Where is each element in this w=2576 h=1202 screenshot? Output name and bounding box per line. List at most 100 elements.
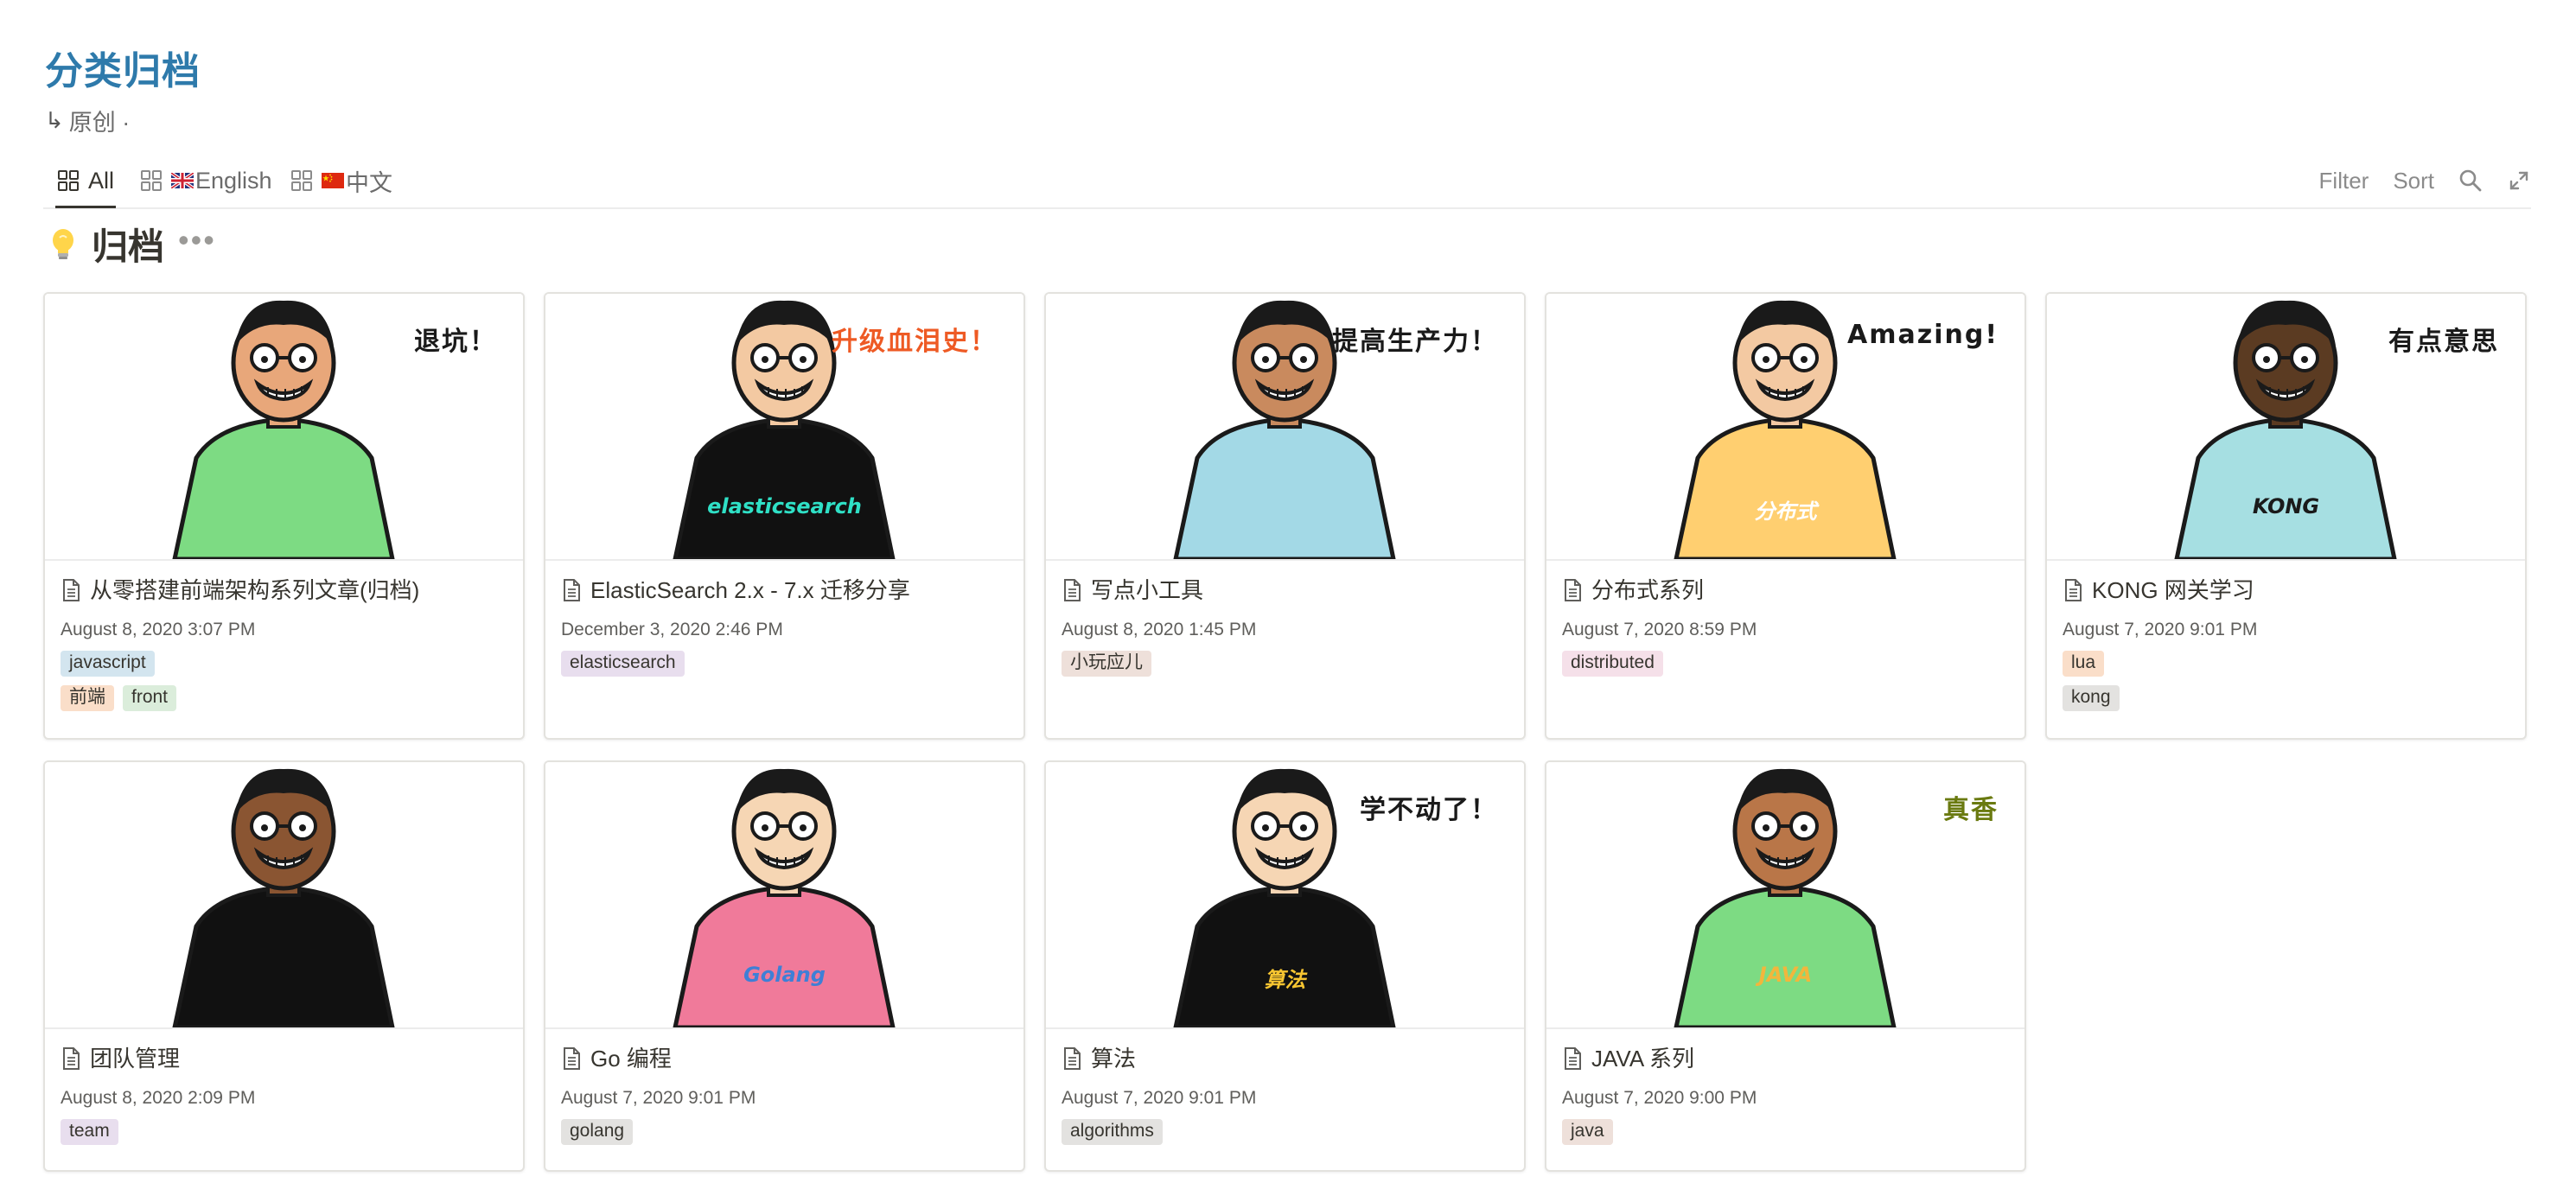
card-cover: 有点意思 KONG — [2047, 294, 2525, 561]
page-icon — [63, 1047, 80, 1070]
gallery-card[interactable]: 升级血泪史！ elasticsearch ElasticSearch 2.x - 7… — [544, 292, 1025, 740]
card-body: Go 编程 August 7, 2020 9:01 PM golang — [545, 1029, 1023, 1159]
gallery-card[interactable]: 真香 JAVA JAVA 系列 August 7, 2020 9:00 PM java — [1545, 760, 2026, 1172]
gallery-card[interactable]: 提高生产力！ 写点小工具 August 8, 2020 1:45 PM 小玩应儿 — [1044, 292, 1526, 740]
cover-caption: 提高生产力！ — [1332, 327, 1498, 357]
card-date: August 8, 2020 3:07 PM — [61, 620, 256, 639]
page-icon — [2065, 579, 2082, 601]
page-icon — [564, 1047, 580, 1070]
cover-caption: Amazing! — [1847, 320, 1999, 350]
shirt-text: Golang — [743, 963, 826, 987]
page-icon — [1064, 579, 1081, 601]
card-cover — [45, 762, 523, 1029]
card-title-row: JAVA 系列 — [1562, 1043, 2009, 1074]
breadcrumb[interactable]: ↳ 原创 · — [45, 104, 130, 137]
gallery-card[interactable]: 团队管理 August 8, 2020 2:09 PM team — [43, 760, 525, 1172]
card-title: 算法 — [1091, 1046, 1137, 1072]
tag-badge: javascript — [61, 651, 155, 677]
tab-label: 中文 — [346, 169, 392, 196]
shirt-text: elasticsearch — [707, 494, 862, 518]
tag-row: 小玩应儿 — [1062, 651, 1508, 677]
tab-chinese[interactable]: 中文 — [290, 156, 392, 206]
search-button[interactable] — [2458, 169, 2483, 193]
cover-caption: 退坑！ — [414, 327, 497, 357]
shirt-text: KONG — [2252, 494, 2320, 518]
card-cover: 升级血泪史！ elasticsearch — [545, 294, 1023, 561]
sort-button[interactable]: Sort — [2393, 168, 2434, 194]
tag-badge: 小玩应儿 — [1062, 651, 1151, 677]
card-cover: 提高生产力！ — [1046, 294, 1524, 561]
card-date: August 7, 2020 8:59 PM — [1562, 620, 1757, 639]
card-title-row: 从零搭建前端架构系列文章(归档) — [61, 575, 507, 606]
view-tabs-bar: All English 中文 Filter Sort — [43, 156, 2531, 209]
tag-row: javascript — [61, 651, 507, 677]
card-cover: Amazing! 分布式 — [1546, 294, 2024, 561]
tag-badge: team — [61, 1119, 118, 1145]
tab-label: All — [88, 167, 115, 194]
tag-badge: 前端 — [61, 685, 114, 711]
card-body: 分布式系列 August 7, 2020 8:59 PM distributed — [1546, 561, 2024, 690]
card-date: December 3, 2020 2:46 PM — [561, 620, 783, 639]
card-body: JAVA 系列 August 7, 2020 9:00 PM java — [1546, 1029, 2024, 1159]
expand-icon — [2509, 171, 2528, 190]
card-date: August 7, 2020 9:00 PM — [1562, 1088, 1757, 1108]
card-date: August 7, 2020 9:01 PM — [561, 1088, 756, 1108]
card-body: 写点小工具 August 8, 2020 1:45 PM 小玩应儿 — [1046, 561, 1524, 690]
page-title: 分类归档 — [45, 50, 201, 92]
tag-badge: lua — [2063, 651, 2105, 677]
tag-badge: front — [123, 685, 177, 711]
shirt-text: 算法 — [1264, 968, 1306, 992]
card-title: 团队管理 — [90, 1046, 181, 1072]
cover-illustration — [545, 762, 1023, 1027]
card-cover: 退坑！ — [45, 294, 523, 561]
cover-caption: 真香 — [1943, 795, 1999, 825]
card-title: KONG 网关学习 — [2092, 577, 2254, 603]
card-date: August 8, 2020 1:45 PM — [1062, 620, 1257, 639]
cover-caption: 升级血泪史！ — [832, 327, 998, 357]
card-cover: Golang — [545, 762, 1023, 1029]
card-body: KONG 网关学习 August 7, 2020 9:01 PM lua kong — [2047, 561, 2525, 725]
link-arrow-icon: ↳ — [45, 107, 64, 133]
card-title-row: 写点小工具 — [1062, 575, 1508, 606]
page: 分类归档 ↳ 原创 · All English 中文 Filter Sort 归… — [0, 0, 2576, 1202]
cover-caption: 有点意思 — [2388, 327, 2499, 357]
tab-all[interactable]: All — [55, 156, 117, 208]
card-date: August 7, 2020 9:01 PM — [1062, 1088, 1257, 1108]
card-title: JAVA 系列 — [1591, 1046, 1694, 1072]
tab-label: English — [195, 167, 272, 194]
card-cover: 真香 JAVA — [1546, 762, 2024, 1029]
expand-button[interactable] — [2507, 169, 2531, 193]
cn-flag-icon — [322, 173, 344, 188]
card-title-row: Go 编程 — [561, 1043, 1008, 1074]
card-title-row: ElasticSearch 2.x - 7.x 迁移分享 — [561, 575, 1008, 606]
card-date: August 8, 2020 2:09 PM — [61, 1088, 256, 1108]
tag-badge: algorithms — [1062, 1119, 1163, 1145]
breadcrumb-label: 原创 · — [68, 110, 131, 136]
gallery-icon — [291, 170, 312, 191]
filter-button[interactable]: Filter — [2319, 168, 2369, 194]
card-body: ElasticSearch 2.x - 7.x 迁移分享 December 3, … — [545, 561, 1023, 690]
gallery-card[interactable]: 退坑！ 从零搭建前端架构系列文章(归档) August 8, 2020 3:07 P… — [43, 292, 525, 740]
shirt-text: 分布式 — [1754, 499, 1817, 524]
cover-caption: 学不动了！ — [1360, 795, 1498, 825]
tag-row: algorithms — [1062, 1119, 1508, 1145]
shirt-text: JAVA — [1758, 963, 1813, 987]
page-icon — [63, 579, 80, 601]
card-title: 从零搭建前端架构系列文章(归档) — [90, 577, 420, 603]
tag-row: lua — [2063, 651, 2509, 677]
tag-row: java — [1562, 1119, 2009, 1145]
gallery-card[interactable]: 学不动了！ 算法 算法 August 7, 2020 9:01 PM algorithm… — [1044, 760, 1526, 1172]
card-date: August 7, 2020 9:01 PM — [2063, 620, 2258, 639]
tag-row: elasticsearch — [561, 651, 1008, 677]
tab-english[interactable]: English — [140, 156, 272, 206]
gallery-card[interactable]: 有点意思 KONG KONG 网关学习 August 7, 2020 9:01 PM l… — [2045, 292, 2527, 740]
card-title-row: 分布式系列 — [1562, 575, 2009, 606]
database-title: 归档 — [92, 226, 165, 267]
gallery-card[interactable]: Amazing! 分布式 分布式系列 August 7, 2020 8:59 PM di… — [1545, 292, 2026, 740]
database-header: 归档 ••• — [48, 218, 216, 270]
card-title-row: KONG 网关学习 — [2063, 575, 2509, 606]
more-options-icon[interactable]: ••• — [178, 222, 216, 258]
view-actions: Filter Sort — [2319, 156, 2531, 206]
gallery-card[interactable]: Golang Go 编程 August 7, 2020 9:01 PM golang — [544, 760, 1025, 1172]
tag-badge: golang — [561, 1119, 634, 1145]
